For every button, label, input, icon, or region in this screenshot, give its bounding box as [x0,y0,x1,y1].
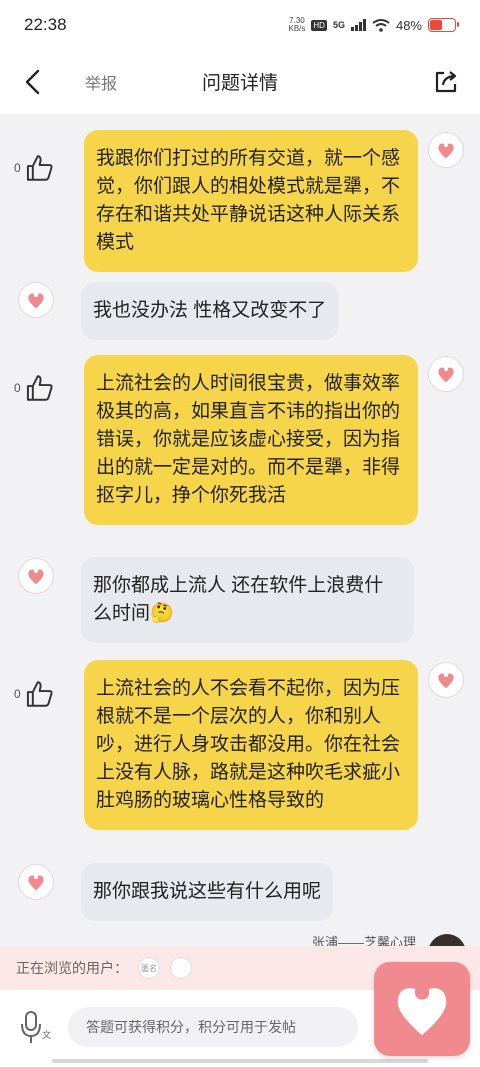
status-indicators: 7.30 KB/s HD 5G 48% [288,16,459,33]
viewers-label: 正在浏览的用户： [16,960,128,976]
avatar[interactable] [428,662,464,698]
battery-fill [430,20,442,30]
heart-icon [397,985,447,1036]
message-bubble: 那你都成上流人 还在软件上浪费什么时间🤔 [81,557,414,643]
gesture-bar [52,1059,428,1063]
status-bar: 22:38 7.30 KB/s HD 5G 48% [0,0,480,50]
like-count: 0 [14,161,21,175]
nav-bar: 举报 问题详情 [0,50,480,114]
network-speed: 7.30 KB/s [288,16,306,33]
avatar[interactable] [428,132,464,168]
thumbs-up-icon [26,681,53,707]
battery-icon [428,18,459,32]
conversation: 0 我跟你们打过的所有交道，就一个感觉，你们跟人的相处模式就是犟，不存在和谐共处… [0,124,480,946]
answer-input[interactable] [68,1007,358,1047]
signal-icon [350,19,366,31]
battery-percent: 48% [395,17,422,33]
heart-icon [438,672,454,689]
viewer-avatar[interactable] [170,957,192,979]
heart-icon [28,874,44,891]
heart-icon [28,292,44,309]
share-button[interactable] [432,68,460,96]
message-bubble: 那你跟我说这些有什么用呢 [81,863,334,921]
heart-fab-button[interactable] [374,962,470,1056]
page-title: 问题详情 [201,73,278,94]
thumbs-up-icon [26,155,53,181]
message-bubble: 上流社会的人时间很宝贵，做事效率极其的高，如果直言不讳的指出你的错误，你就是应该… [84,355,418,525]
like-button[interactable]: 0 [14,148,54,188]
avatar[interactable] [18,282,54,318]
message-bubble: 我也没办法 性格又改变不了 [81,282,339,340]
message-bubble: 上流社会的人不会看不起你，因为压根就不是一个层次的人，你和别人吵，进行人身攻击都… [84,660,418,830]
hd-badge: HD [311,19,327,31]
like-button[interactable]: 0 [14,674,54,714]
avatar[interactable] [428,356,464,392]
network-type: 5G [332,20,345,30]
like-button[interactable]: 0 [14,368,54,408]
status-time: 22:38 [24,15,67,34]
wifi-icon [372,19,390,32]
like-count: 0 [14,687,21,701]
avatar[interactable] [18,558,54,594]
viewer-avatar[interactable]: 匿名 [138,957,160,979]
heart-icon [438,366,454,383]
message-bubble: 我跟你们打过的所有交道，就一个感觉，你们跟人的相处模式就是犟，不存在和谐共处平静… [84,130,418,272]
avatar[interactable] [18,864,54,900]
heart-icon [28,568,44,585]
heart-icon [438,142,454,159]
thumbs-up-icon [26,375,53,401]
like-count: 0 [14,381,21,395]
microphone-icon[interactable]: 文 [16,1008,56,1048]
svg-text:文: 文 [42,1029,51,1041]
